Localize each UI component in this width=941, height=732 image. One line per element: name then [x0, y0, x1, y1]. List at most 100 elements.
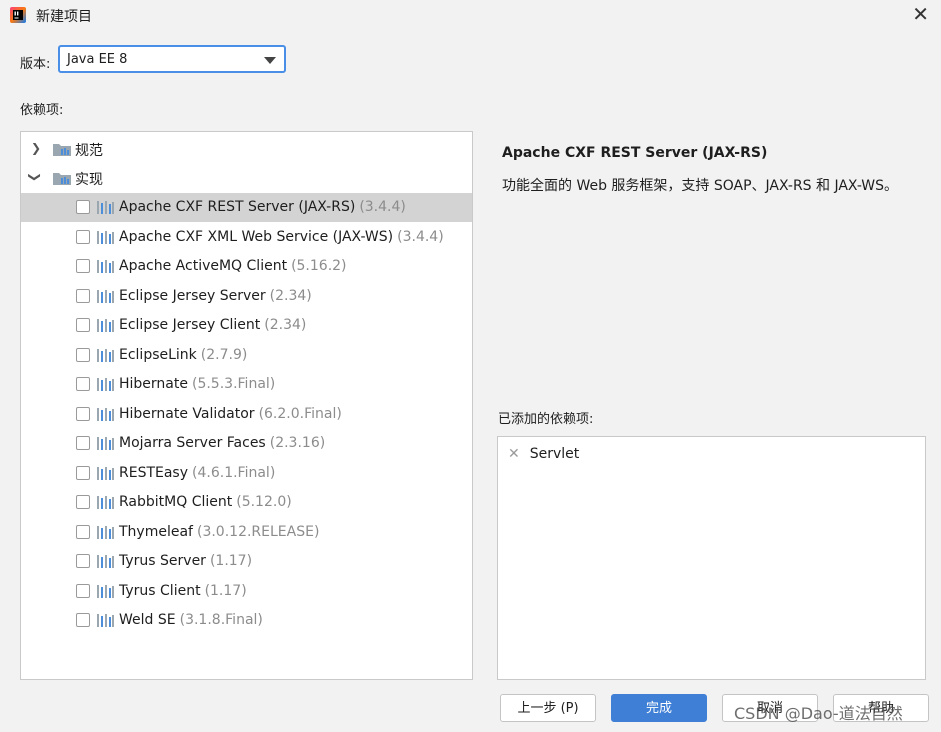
dependency-checkbox[interactable]: [76, 583, 90, 598]
dependency-checkbox[interactable]: [76, 229, 90, 244]
dependency-label: Hibernate (5.5.3.Final): [119, 376, 275, 392]
close-icon[interactable]: ✕: [912, 4, 929, 24]
dependency-item[interactable]: Eclipse Jersey Server (2.34): [21, 282, 472, 311]
dependency-label: Mojarra Server Faces (2.3.16): [119, 435, 325, 451]
dependency-version: (1.17): [204, 582, 247, 599]
dependency-checkbox[interactable]: [76, 465, 90, 480]
folder-icon: [53, 144, 71, 156]
dependency-version: (6.2.0.Final): [258, 405, 342, 422]
dependency-version: (2.34): [269, 287, 312, 304]
version-select[interactable]: Java EE 8: [58, 45, 286, 73]
dependency-version: (3.4.4): [397, 228, 444, 245]
dependency-item[interactable]: Hibernate (5.5.3.Final): [21, 370, 472, 399]
dependency-item[interactable]: RabbitMQ Client (5.12.0): [21, 488, 472, 517]
dependency-item[interactable]: Tyrus Server (1.17): [21, 547, 472, 576]
previous-button[interactable]: 上一步 (P): [500, 694, 596, 722]
dependency-version: (5.12.0): [236, 494, 292, 510]
dependency-checkbox[interactable]: [76, 613, 90, 627]
intellij-app-icon: [10, 7, 26, 23]
dependency-item[interactable]: Weld SE (3.1.8.Final): [21, 606, 472, 635]
window-title: 新建项目: [36, 9, 92, 25]
tree-group-implementation[interactable]: ❯ 实现: [21, 163, 472, 192]
dependency-name: Eclipse Jersey Server: [119, 287, 266, 304]
dependency-name: Apache CXF REST Server (JAX-RS): [119, 199, 356, 215]
dependency-name: RESTEasy: [119, 464, 189, 481]
dependency-label: Hibernate Validator (6.2.0.Final): [119, 406, 342, 422]
library-icon: [97, 407, 115, 421]
dropdown-arrow-icon: [264, 57, 276, 64]
detail-description: 功能全面的 Web 服务框架，支持 SOAP、JAX-RS 和 JAX-WS。: [502, 178, 899, 194]
dependency-item[interactable]: Apache CXF REST Server (JAX-RS) (3.4.4): [21, 193, 472, 222]
dependency-item[interactable]: Thymeleaf (3.0.12.RELEASE): [21, 518, 472, 547]
dependency-checkbox[interactable]: [76, 288, 90, 303]
library-icon: [97, 466, 115, 480]
dependency-item[interactable]: Apache CXF XML Web Service (JAX-WS) (3.4.…: [21, 223, 472, 252]
dependency-name: Apache ActiveMQ Client: [119, 258, 288, 274]
dependency-name: Thymeleaf: [119, 523, 193, 540]
dependency-checkbox[interactable]: [76, 259, 90, 273]
dependency-item[interactable]: Tyrus Client (1.17): [21, 577, 472, 606]
added-dependency-item: ✕ Servlet: [508, 446, 579, 462]
chevron-down-icon[interactable]: ❯: [28, 172, 42, 182]
dependency-checkbox[interactable]: [76, 200, 90, 214]
dependencies-label: 依赖项:: [20, 103, 64, 118]
dependency-name: Hibernate Validator: [119, 405, 255, 422]
dependency-name: Tyrus Server: [119, 553, 206, 569]
cancel-button[interactable]: 取消: [722, 694, 818, 722]
library-icon: [97, 260, 115, 273]
dependency-label: Tyrus Server (1.17): [119, 553, 252, 569]
dependency-label: EclipseLink (2.7.9): [119, 347, 247, 363]
library-icon: [97, 289, 115, 303]
dependency-item[interactable]: Hibernate Validator (6.2.0.Final): [21, 400, 472, 429]
dependency-item[interactable]: Apache ActiveMQ Client (5.16.2): [21, 252, 472, 281]
dependency-item[interactable]: RESTEasy (4.6.1.Final): [21, 459, 472, 488]
dependency-checkbox[interactable]: [76, 406, 90, 421]
library-icon: [97, 555, 115, 568]
dependency-checkbox[interactable]: [76, 524, 90, 539]
dependency-version: (5.16.2): [291, 258, 347, 274]
tree-group-label: 实现: [75, 172, 103, 188]
dependency-checkbox[interactable]: [76, 377, 90, 391]
finish-button[interactable]: 完成: [611, 694, 707, 722]
tree-group-specification[interactable]: ❯ 规范: [21, 134, 472, 163]
library-icon: [97, 614, 115, 627]
dependency-version: (4.6.1.Final): [192, 464, 276, 481]
dependency-label: Eclipse Jersey Client (2.34): [119, 317, 306, 333]
dependency-name: Hibernate: [119, 376, 188, 392]
dependency-version: (5.5.3.Final): [191, 376, 276, 392]
dependency-name: EclipseLink: [119, 346, 197, 363]
dependency-name: Mojarra Server Faces: [119, 435, 266, 451]
detail-title: Apache CXF REST Server (JAX-RS): [502, 145, 768, 161]
dependency-tree[interactable]: ❯ 规范 ❯ 实现 Apache CXF REST Server (JAX-RS…: [20, 131, 473, 680]
dependency-label: Apache ActiveMQ Client (5.16.2): [119, 258, 347, 274]
dependency-checkbox[interactable]: [76, 347, 90, 362]
library-icon: [97, 201, 115, 214]
dependency-name: Eclipse Jersey Client: [119, 317, 261, 333]
dependency-checkbox[interactable]: [76, 554, 90, 568]
dependency-checkbox[interactable]: [76, 318, 90, 332]
dependency-item[interactable]: Mojarra Server Faces (2.3.16): [21, 429, 472, 458]
remove-icon[interactable]: ✕: [508, 446, 520, 462]
dependency-checkbox[interactable]: [76, 436, 90, 450]
dependency-version: (2.34): [264, 317, 307, 333]
library-icon: [97, 437, 115, 450]
help-button[interactable]: 帮助: [833, 694, 929, 722]
dependency-label: Weld SE (3.1.8.Final): [119, 612, 263, 628]
dependency-checkbox[interactable]: [76, 495, 90, 509]
dependency-label: RESTEasy (4.6.1.Final): [119, 465, 275, 481]
dependency-version: (2.3.16): [269, 435, 326, 451]
dependency-label: Eclipse Jersey Server (2.34): [119, 288, 312, 304]
added-dependencies-list[interactable]: ✕ Servlet: [497, 436, 926, 680]
dependency-label: Tyrus Client (1.17): [119, 583, 247, 599]
library-icon: [97, 525, 115, 539]
dependency-item[interactable]: EclipseLink (2.7.9): [21, 341, 472, 370]
library-icon: [97, 348, 115, 362]
chevron-right-icon[interactable]: ❯: [31, 141, 41, 155]
dependency-item[interactable]: Eclipse Jersey Client (2.34): [21, 311, 472, 340]
dependency-version: (1.17): [209, 553, 253, 569]
dependency-name: Tyrus Client: [119, 582, 201, 599]
dependency-label: Apache CXF XML Web Service (JAX-WS) (3.4.…: [119, 229, 444, 245]
library-icon: [97, 230, 115, 244]
dependency-label: Apache CXF REST Server (JAX-RS) (3.4.4): [119, 199, 406, 215]
title-bar: 新建项目 ✕: [0, 0, 941, 30]
